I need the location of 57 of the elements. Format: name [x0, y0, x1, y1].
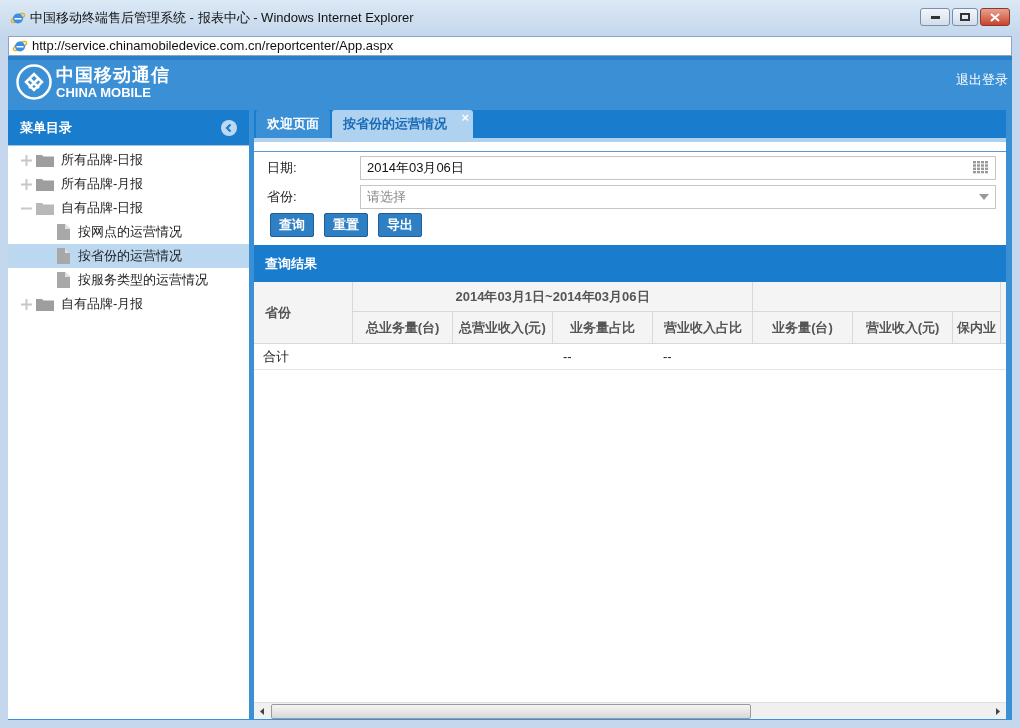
- tree-item[interactable]: 按网点的运营情况: [8, 220, 249, 244]
- logo-icon: [16, 64, 52, 100]
- tree-item[interactable]: 按服务类型的运营情况: [8, 268, 249, 292]
- folder-icon: [36, 177, 54, 191]
- field-label: 日期:: [266, 158, 298, 177]
- browser-icon: [10, 10, 26, 26]
- column-header: 省份: [254, 282, 353, 343]
- column-header: 总业务量(台): [353, 312, 453, 343]
- panel-title: 菜单目录: [20, 118, 72, 137]
- document-icon: [57, 272, 70, 288]
- column-group-header: 2014年03月1日~2014年03月06日: [353, 282, 753, 312]
- form-button[interactable]: 重置: [324, 213, 368, 237]
- column-header: 营业收入(元): [853, 312, 953, 343]
- window-title: 中国移动终端售后管理系统 - 报表中心 - Windows Internet Explorer: [30, 9, 414, 28]
- date-field[interactable]: 2014年03月06日: [360, 155, 996, 180]
- address-text: http://service.chinamobiledevice.com.cn/reportcenter/App.aspx: [32, 37, 394, 56]
- logo-english-text: CHINA MOBILE: [56, 85, 152, 99]
- restore-icon: [960, 13, 970, 21]
- browser-icon: [12, 38, 28, 54]
- form-button[interactable]: 导出: [378, 213, 422, 237]
- folder-icon: [36, 153, 54, 167]
- results-title: 查询结果: [265, 254, 317, 273]
- expand-icon[interactable]: [21, 178, 32, 190]
- expand-icon[interactable]: [21, 298, 32, 310]
- minimize-icon: [930, 15, 940, 19]
- table-cell-text: 合计: [262, 347, 290, 366]
- tree-item[interactable]: 所有品牌-日报: [8, 148, 249, 172]
- document-icon: [57, 248, 70, 264]
- address-bar[interactable]: http://service.chinamobiledevice.com.cn/reportcenter/App.aspx: [8, 36, 1012, 56]
- document-icon: [57, 224, 70, 240]
- logo-chinese-text: 中国移动通信: [56, 65, 170, 84]
- collapse-panel-icon[interactable]: [221, 119, 237, 136]
- field-label: 省份:: [266, 187, 298, 206]
- close-icon: [990, 12, 1000, 22]
- table-cell-text: --: [563, 347, 572, 366]
- calendar-icon[interactable]: [973, 161, 989, 174]
- close-button[interactable]: [980, 8, 1010, 26]
- tree-item[interactable]: 自有品牌-日报: [8, 196, 249, 220]
- column-header: 总营业收入(元): [453, 312, 553, 343]
- maximize-button[interactable]: [952, 8, 978, 26]
- form-button[interactable]: 查询: [270, 213, 314, 237]
- tree-item[interactable]: 自有品牌-月报: [8, 292, 249, 316]
- column-header: 营业收入占比: [653, 312, 753, 343]
- expand-icon[interactable]: [21, 154, 32, 166]
- tree-item[interactable]: 按省份的运营情况: [8, 244, 249, 268]
- column-header: 业务量(台): [753, 312, 853, 343]
- horizontal-scrollbar[interactable]: [254, 702, 1006, 719]
- table-cell-text: --: [663, 347, 672, 366]
- scroll-thumb[interactable]: [271, 703, 751, 719]
- minimize-button[interactable]: [920, 8, 950, 26]
- folder-icon: [36, 297, 54, 311]
- column-header: 业务量占比: [553, 312, 653, 343]
- open-folder-icon: [36, 201, 54, 215]
- column-header: 保内业: [953, 312, 1001, 343]
- dropdown-caret-icon[interactable]: [979, 193, 989, 200]
- tree-item[interactable]: 所有品牌-月报: [8, 172, 249, 196]
- province-select[interactable]: 请选择: [360, 184, 996, 209]
